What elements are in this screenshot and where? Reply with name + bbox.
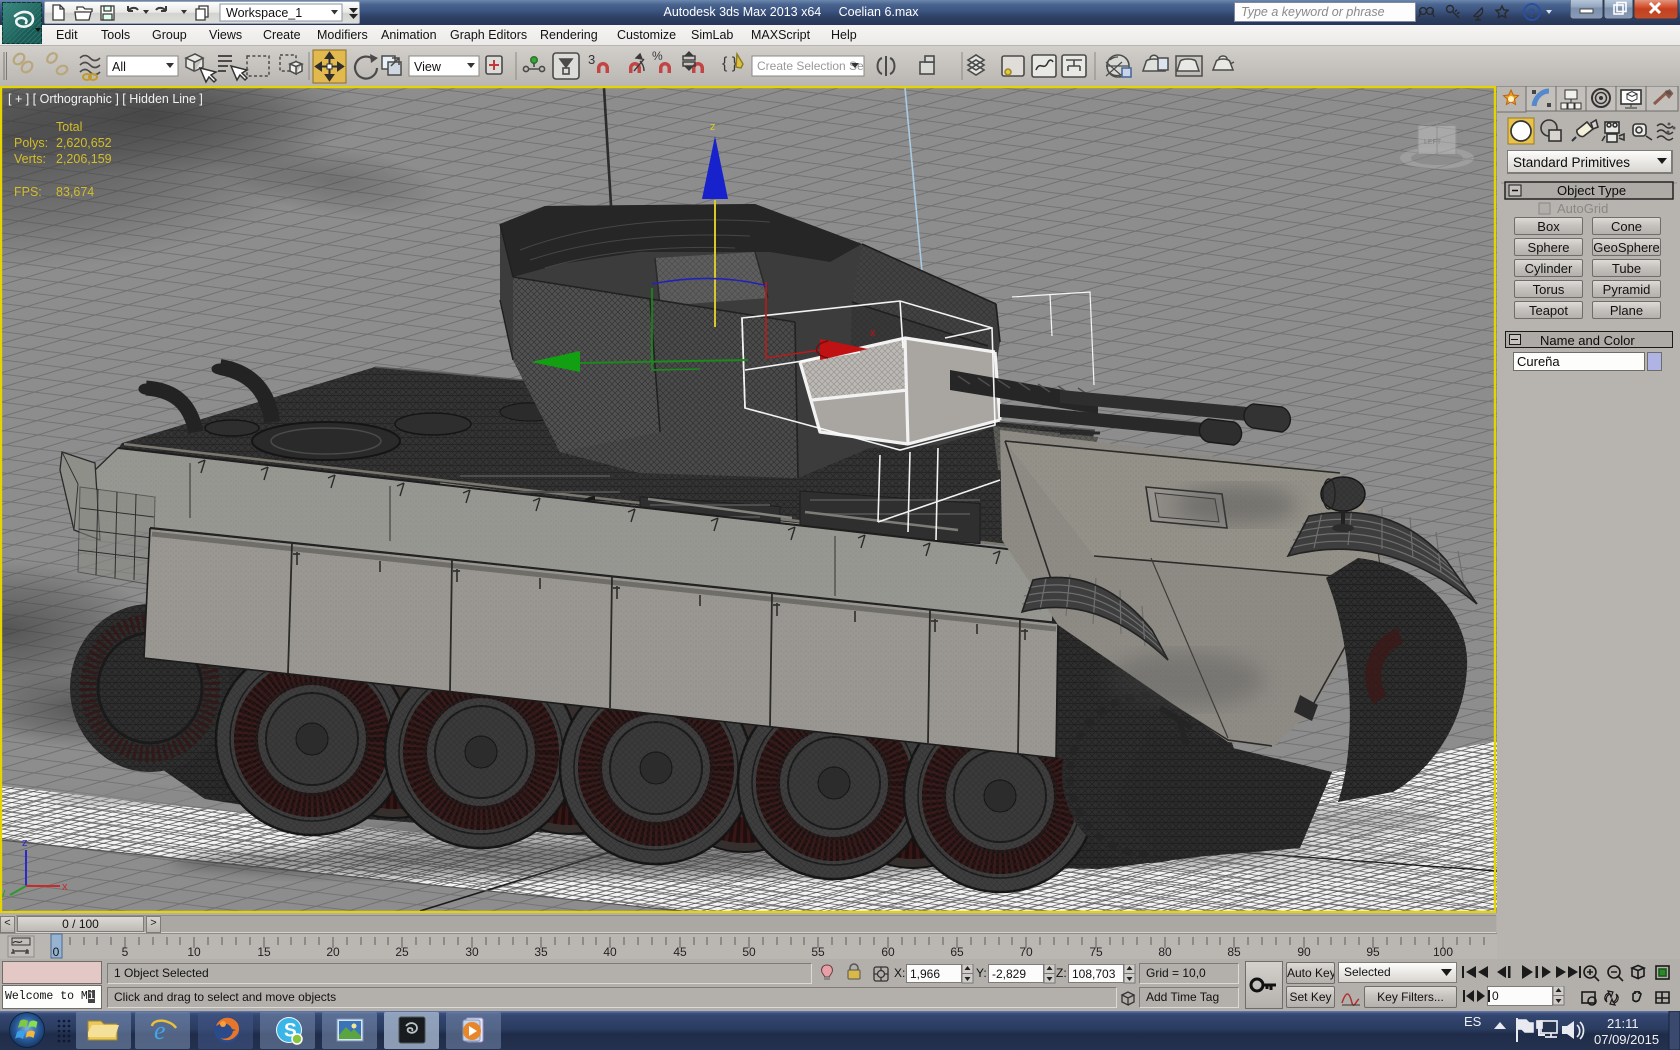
svg-text:0: 0 (53, 945, 60, 959)
svg-text:30: 30 (465, 945, 479, 959)
svg-text:All: All (112, 60, 126, 74)
svg-text:100: 100 (1433, 945, 1453, 959)
svg-text:Total: Total (56, 120, 82, 134)
svg-text:55: 55 (811, 945, 825, 959)
svg-text:ES: ES (1464, 1014, 1482, 1029)
svg-text:85: 85 (1227, 945, 1241, 959)
svg-text:15: 15 (257, 945, 271, 959)
svg-text:2,620,652: 2,620,652 (56, 136, 112, 150)
svg-text:07/09/2015: 07/09/2015 (1594, 1032, 1659, 1047)
svg-text:x: x (870, 327, 876, 339)
svg-text:75: 75 (1089, 945, 1103, 959)
svg-text:{ }: { } (722, 55, 738, 72)
svg-text:Workspace_1: Workspace_1 (226, 6, 302, 20)
svg-text:83,674: 83,674 (56, 185, 94, 199)
svg-text:Standard Primitives: Standard Primitives (1513, 155, 1630, 170)
svg-text:Create Selection Se: Create Selection Se (757, 59, 864, 73)
svg-text:z: z (710, 121, 716, 133)
svg-text:Object Type: Object Type (1557, 183, 1626, 198)
svg-text:[ + ] [ Orthographic ] [ Hidde: [ + ] [ Orthographic ] [ Hidden Line ] (8, 92, 203, 106)
svg-text:10: 10 (187, 945, 201, 959)
svg-text:x: x (62, 881, 68, 893)
svg-text:Polys:: Polys: (14, 136, 48, 150)
svg-text:45: 45 (673, 945, 687, 959)
svg-text:2,206,159: 2,206,159 (56, 152, 112, 166)
svg-text:90: 90 (1297, 945, 1311, 959)
svg-text:Verts:: Verts: (14, 152, 46, 166)
svg-text:AutoGrid: AutoGrid (1557, 201, 1608, 216)
svg-text:40: 40 (603, 945, 617, 959)
svg-text:3: 3 (588, 52, 595, 67)
svg-text:80: 80 (1158, 945, 1172, 959)
svg-text:?: ? (1528, 6, 1535, 20)
svg-text:5: 5 (122, 945, 129, 959)
svg-text:21:11: 21:11 (1607, 1016, 1639, 1031)
svg-text:View: View (414, 60, 442, 74)
svg-text:FPS:: FPS: (14, 185, 42, 199)
svg-text:35: 35 (534, 945, 548, 959)
svg-text:z: z (22, 837, 28, 849)
svg-text:25: 25 (395, 945, 409, 959)
svg-text:50: 50 (742, 945, 756, 959)
svg-text:20: 20 (326, 945, 340, 959)
svg-text:LEFT: LEFT (1424, 139, 1442, 146)
svg-text:65: 65 (950, 945, 964, 959)
svg-text:70: 70 (1019, 945, 1033, 959)
svg-text:95: 95 (1366, 945, 1380, 959)
svg-text:%: % (652, 49, 663, 63)
svg-text:60: 60 (881, 945, 895, 959)
